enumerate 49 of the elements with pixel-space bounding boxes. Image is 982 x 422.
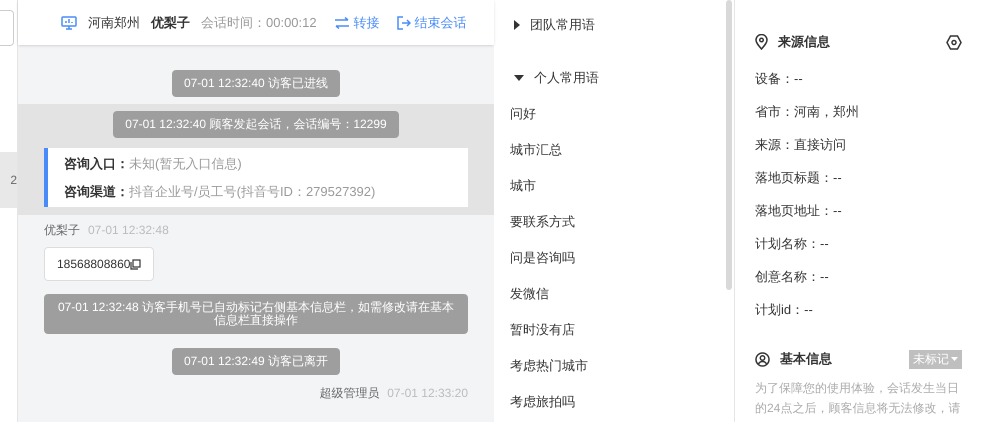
scrollbar-thumb[interactable]	[726, 0, 732, 290]
sender-name: 优梨子	[44, 222, 80, 239]
sender-name: 超级管理员	[319, 385, 380, 402]
phrase-item[interactable]: 城市	[494, 168, 726, 204]
message-time: 07-01 12:32:48	[88, 222, 169, 239]
info-row-text: 落地页地址：--	[755, 202, 842, 220]
info-row-text: 创意名称：--	[755, 268, 829, 286]
phrase-group[interactable]: 个人常用语	[494, 67, 726, 88]
exit-icon	[396, 16, 411, 30]
hexagon-settings-icon[interactable]	[946, 34, 962, 50]
info-row-text: 省市：河南，郑州	[755, 102, 859, 121]
user-circle-icon	[755, 352, 770, 366]
message-time: 07-01 12:33:20	[387, 385, 468, 402]
copy-icon[interactable]	[130, 258, 142, 270]
phrase-group[interactable]: 团队常用语	[494, 14, 726, 35]
phrase-item[interactable]: 城市汇总	[494, 132, 726, 168]
session-time: 会话时间：00:00:12	[201, 14, 317, 32]
phrase-item[interactable]: 问好	[494, 96, 726, 132]
info-line: 咨询入口：未知(暂无入口信息)	[64, 155, 243, 173]
phrase-item[interactable]: 发微信	[494, 276, 726, 312]
notice-text: 为了保障您的使用体验，会话发生当日的24点之后，顾客信息将无法修改，请	[755, 380, 962, 417]
location-pin-icon	[755, 34, 768, 50]
phrase-item[interactable]: 考虑热门城市	[494, 348, 726, 384]
system-message: 07-01 12:32:48 访客手机号已自动标记右侧基本信息栏，如需修改请在基本信息栏直接操作	[44, 294, 468, 334]
caret-down-icon	[514, 74, 524, 80]
monitor-icon	[61, 16, 77, 30]
system-message: 07-01 12:32:40 顾客发起会话，会话编号：12299	[113, 111, 399, 138]
info-row-text: 落地页标题：--	[755, 168, 842, 187]
info-row-text: 计划名称：--	[755, 234, 829, 253]
info-row-text: 计划id：--	[755, 300, 813, 319]
section-title: 来源信息	[778, 33, 830, 52]
info-line: 咨询渠道：抖音企业号/员工号(抖音号ID：279527392)	[64, 182, 376, 201]
phrase-item[interactable]: 问是咨询吗	[494, 240, 726, 276]
system-message: 07-01 12:32:40 访客已进线	[172, 70, 340, 97]
section-title: 基本信息	[780, 350, 832, 368]
info-row-text: 来源：直接访问	[755, 136, 846, 154]
phrase-item[interactable]: 考虑旅拍吗	[494, 384, 726, 420]
visitor-name: 优梨子	[151, 14, 190, 32]
list-item[interactable]: 2	[0, 152, 17, 208]
caret-right-icon	[514, 20, 520, 30]
phrase-item[interactable]: 要联系方式	[494, 204, 726, 240]
system-message: 07-01 12:32:49 访客已离开	[172, 348, 340, 375]
swap-arrows-icon	[334, 16, 350, 28]
phrase-item[interactable]: 暂时没有店	[494, 312, 726, 348]
caret-down-icon	[951, 357, 958, 361]
message-text: 18568808860	[57, 256, 130, 273]
info-row-text: 设备：--	[755, 70, 803, 88]
input-field[interactable]	[0, 10, 14, 46]
visitor-location: 河南郑州	[88, 14, 140, 32]
